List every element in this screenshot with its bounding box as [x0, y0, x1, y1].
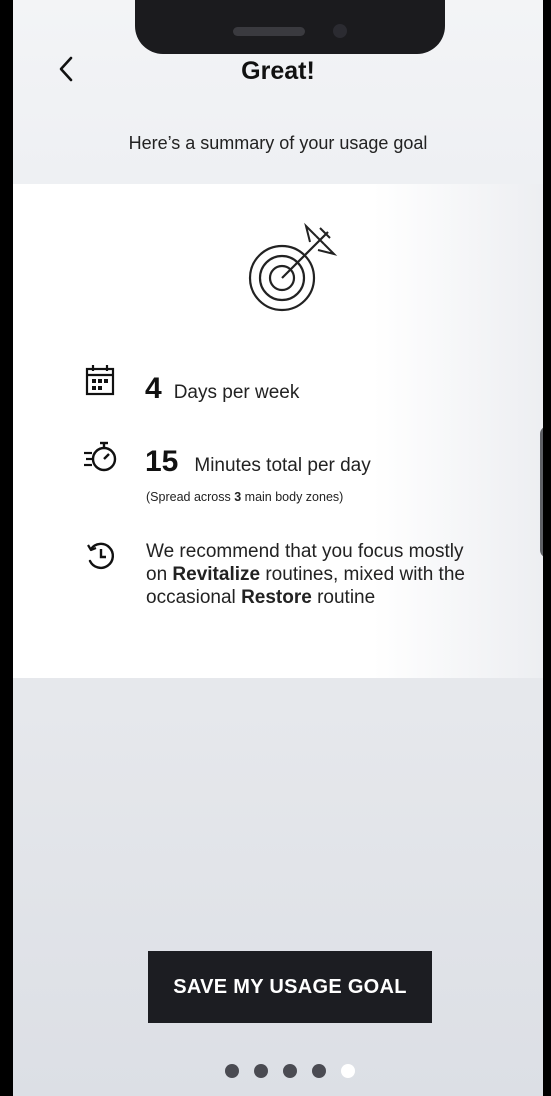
phone-screen: Great! Here’s a summary of your usage go… — [13, 0, 543, 1096]
restore-label: Restore — [241, 587, 312, 608]
stopwatch-icon — [84, 441, 117, 472]
recommendation-text-3: routine — [311, 587, 376, 608]
page-dot[interactable] — [312, 1064, 326, 1078]
target-arrow-icon — [248, 222, 338, 312]
page-dot[interactable] — [225, 1064, 239, 1078]
routine-recommendation: We recommend that you focus mostly on Re… — [146, 540, 476, 609]
page-dot-active[interactable] — [341, 1064, 355, 1078]
minutes-value: 15 — [145, 445, 179, 478]
page-dot[interactable] — [283, 1064, 297, 1078]
note-suffix: main body zones) — [241, 490, 344, 504]
minutes-label: Minutes total per day — [194, 455, 371, 476]
page-title: Great! — [241, 57, 315, 85]
days-per-week-row: 4 Days per week — [145, 372, 299, 406]
front-camera — [333, 24, 347, 38]
days-label: Days per week — [173, 382, 300, 403]
save-usage-goal-button[interactable]: SAVE MY USAGE GOAL — [148, 951, 432, 1023]
page-dot[interactable] — [254, 1064, 268, 1078]
speaker-grille — [233, 27, 305, 36]
calendar-icon — [85, 365, 115, 396]
page-indicator — [225, 1064, 355, 1078]
page-subtitle: Here’s a summary of your usage goal — [128, 133, 428, 153]
history-clock-icon — [87, 542, 115, 570]
note-prefix: (Spread across — [146, 490, 235, 504]
side-drawer-handle[interactable] — [540, 426, 543, 558]
device-notch — [135, 0, 445, 54]
minutes-per-day-row: 15 Minutes total per day — [145, 445, 371, 479]
revitalize-label: Revitalize — [172, 564, 261, 585]
goal-summary-card: 4 Days per week 15 Minutes total per day… — [13, 184, 543, 678]
body-zones-note: (Spread across 3 main body zones) — [146, 490, 343, 504]
days-value: 4 — [145, 372, 162, 405]
